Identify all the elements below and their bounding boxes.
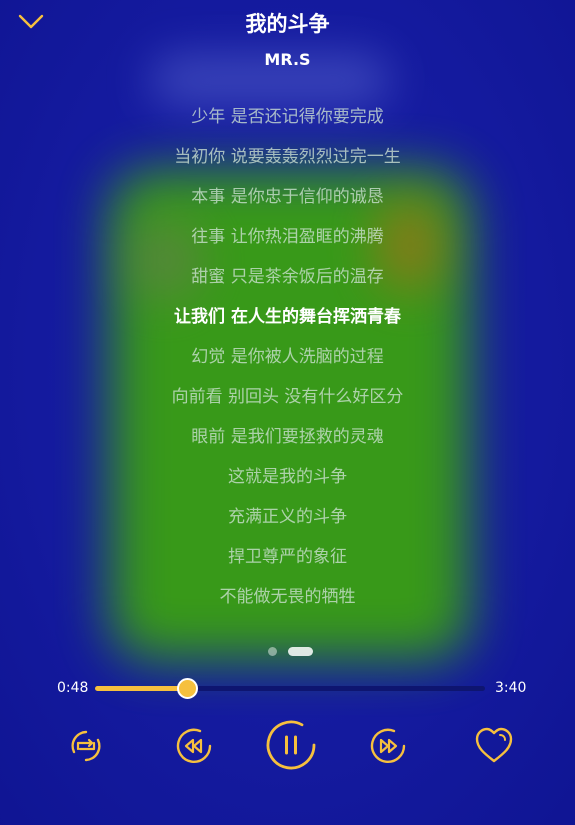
lyric-line: 少年 是否还记得你要完成 <box>191 107 384 127</box>
lyric-line: 往事 让你热泪盈眶的沸腾 <box>191 227 384 247</box>
lyric-line: 这就是我的斗争 <box>228 467 347 487</box>
page-indicator <box>268 647 318 657</box>
lyric-line: 充满正义的斗争 <box>228 507 347 527</box>
heart-icon <box>475 727 513 763</box>
lyrics-panel[interactable]: 少年 是否还记得你要完成 当初你 说要轰轰烈烈过完一生 本事 是你忠于信仰的诚恳 往事… <box>0 104 575 624</box>
song-title: 我的斗争 <box>245 12 330 36</box>
repeat-icon <box>71 730 101 762</box>
current-time: 0:48 <box>57 680 89 696</box>
rewind-icon <box>176 728 212 763</box>
total-time: 3:40 <box>495 680 527 696</box>
lyric-line: 眼前 是我们要拯救的灵魂 <box>191 427 384 447</box>
repeat-button[interactable] <box>66 726 106 766</box>
pause-button[interactable] <box>264 718 318 772</box>
lyric-line: 向前看 别回头 没有什么好区分 <box>171 387 404 407</box>
fast-forward-icon <box>370 728 406 763</box>
seek-fill <box>95 686 187 691</box>
previous-button[interactable] <box>174 726 214 766</box>
page-dot-1[interactable] <box>268 647 277 656</box>
lyric-line: 甜蜜 只是茶余饭后的温存 <box>191 267 384 287</box>
artist-name: MR.S <box>264 50 311 69</box>
seek-handle[interactable] <box>176 678 198 699</box>
lyric-line: 捍卫尊严的象征 <box>228 547 347 567</box>
progress-bar: 0:48 3:40 <box>0 676 575 702</box>
pause-icon <box>266 720 316 770</box>
favorite-button[interactable] <box>473 724 515 766</box>
lyric-line-active: 让我们 在人生的舞台挥洒青春 <box>174 307 401 327</box>
seek-track[interactable] <box>95 678 485 699</box>
lyric-line: 当初你 说要轰轰烈烈过完一生 <box>174 147 401 167</box>
next-button[interactable] <box>368 726 408 766</box>
player-header: 我的斗争 MR.S <box>0 0 575 80</box>
playback-controls <box>0 718 575 774</box>
lyric-line: 不能做无畏的牺牲 <box>219 587 356 607</box>
lyric-line: 幻觉 是你被人洗脑的过程 <box>191 347 384 367</box>
lyric-line: 本事 是你忠于信仰的诚恳 <box>191 187 384 207</box>
page-dot-2[interactable] <box>288 647 313 656</box>
